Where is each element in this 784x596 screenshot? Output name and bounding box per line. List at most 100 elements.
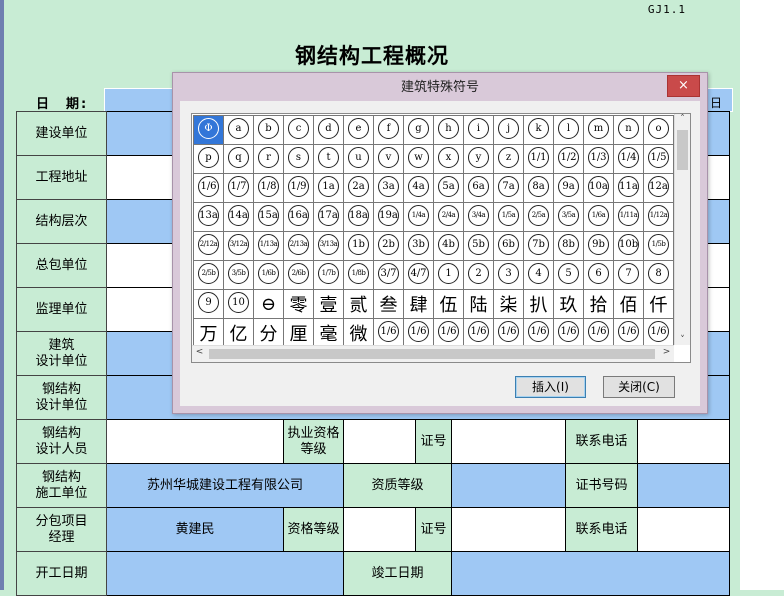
symbol-cell[interactable]: 零 <box>283 289 314 319</box>
symbol-cell[interactable]: 6b <box>493 231 524 261</box>
close-button[interactable]: 关闭(C) <box>603 376 675 398</box>
symbol-cell[interactable]: 2/4a <box>433 202 464 232</box>
symbol-cell[interactable]: 3/13a <box>313 231 344 261</box>
symbol-cell[interactable]: 1 <box>433 260 464 290</box>
symbol-cell[interactable]: e <box>343 115 374 145</box>
symbol-cell[interactable]: 3/5b <box>223 260 254 290</box>
symbol-cell[interactable]: 10 <box>223 289 254 319</box>
symbol-cell[interactable]: 贰 <box>343 289 374 319</box>
symbol-cell[interactable]: 2/6b <box>283 260 314 290</box>
symbol-cell[interactable]: 2b <box>373 231 404 261</box>
symbol-cell[interactable]: 2/12a <box>193 231 224 261</box>
symbol-cell[interactable]: 11a <box>613 173 644 203</box>
symbol-cell[interactable]: 厘 <box>283 318 314 348</box>
symbol-cell[interactable]: 1/1 <box>523 144 554 174</box>
symbol-cell[interactable]: 1/6 <box>433 318 464 348</box>
symbol-cell[interactable]: m <box>583 115 614 145</box>
symbol-cell[interactable]: 10a <box>583 173 614 203</box>
symbol-cell[interactable]: 5 <box>553 260 584 290</box>
field-cell[interactable] <box>106 551 344 596</box>
symbol-cell[interactable]: 14a <box>223 202 254 232</box>
symbol-cell[interactable]: o <box>643 115 674 145</box>
symbol-cell[interactable]: 6 <box>583 260 614 290</box>
field-cell[interactable] <box>106 419 284 464</box>
symbol-cell[interactable]: 万 <box>193 318 224 348</box>
symbol-cell[interactable]: 壹 <box>313 289 344 319</box>
symbol-cell[interactable]: 1/13a <box>253 231 284 261</box>
symbol-cell[interactable]: 1/6 <box>193 173 224 203</box>
symbol-cell[interactable]: 1b <box>343 231 374 261</box>
symbol-cell[interactable]: 9 <box>193 289 224 319</box>
symbol-cell[interactable]: r <box>253 144 284 174</box>
field-cell[interactable] <box>451 507 566 552</box>
symbol-cell[interactable]: 3/7 <box>373 260 404 290</box>
symbol-cell[interactable]: 5b <box>463 231 494 261</box>
symbol-cell[interactable]: 1/7b <box>313 260 344 290</box>
symbol-cell[interactable]: n <box>613 115 644 145</box>
field-cell[interactable] <box>343 419 416 464</box>
symbol-cell[interactable]: 伍 <box>433 289 464 319</box>
symbol-cell[interactable]: 仟 <box>643 289 674 319</box>
symbol-cell[interactable]: 19a <box>373 202 404 232</box>
symbol-cell[interactable]: 肆 <box>403 289 434 319</box>
symbol-cell[interactable]: 6a <box>463 173 494 203</box>
symbol-cell[interactable]: 扒 <box>523 289 554 319</box>
symbol-cell[interactable]: 3/12a <box>223 231 254 261</box>
symbol-cell[interactable]: 4b <box>433 231 464 261</box>
symbol-cell[interactable]: 微 <box>343 318 374 348</box>
symbol-cell[interactable]: 1/4 <box>613 144 644 174</box>
symbol-cell[interactable]: 1/4a <box>403 202 434 232</box>
vertical-scrollbar[interactable]: ˄ ˅ <box>674 114 690 345</box>
symbol-cell[interactable]: j <box>493 115 524 145</box>
symbol-cell[interactable]: 1/8b <box>343 260 374 290</box>
field-cell[interactable] <box>451 551 730 596</box>
symbol-cell[interactable]: 1/6 <box>463 318 494 348</box>
symbol-cell[interactable]: 4/7 <box>403 260 434 290</box>
symbol-cell[interactable]: 17a <box>313 202 344 232</box>
symbol-cell[interactable]: 4a <box>403 173 434 203</box>
symbol-cell[interactable]: z <box>493 144 524 174</box>
symbol-cell[interactable]: 3a <box>373 173 404 203</box>
symbol-cell[interactable]: 毫 <box>313 318 344 348</box>
symbol-cell[interactable]: 佰 <box>613 289 644 319</box>
symbol-cell[interactable]: 1a <box>313 173 344 203</box>
symbol-cell[interactable]: 3/4a <box>463 202 494 232</box>
symbol-cell[interactable]: s <box>283 144 314 174</box>
symbol-cell[interactable]: 1/8 <box>253 173 284 203</box>
symbol-cell[interactable]: 1/6 <box>373 318 404 348</box>
symbol-cell[interactable]: b <box>253 115 284 145</box>
symbol-cell[interactable]: 1/6 <box>643 318 674 348</box>
symbol-cell[interactable]: 9b <box>583 231 614 261</box>
symbol-cell[interactable]: 2 <box>463 260 494 290</box>
symbol-cell[interactable]: 8 <box>643 260 674 290</box>
symbol-cell[interactable]: 亿 <box>223 318 254 348</box>
symbol-cell[interactable]: 5a <box>433 173 464 203</box>
symbol-cell[interactable]: 1/12a <box>643 202 674 232</box>
symbol-cell[interactable]: h <box>433 115 464 145</box>
symbol-cell[interactable]: 7b <box>523 231 554 261</box>
field-cell[interactable] <box>637 507 730 552</box>
symbol-cell[interactable]: 柒 <box>493 289 524 319</box>
symbol-cell[interactable]: 18a <box>343 202 374 232</box>
symbol-cell[interactable]: 1/5b <box>643 231 674 261</box>
symbol-cell[interactable]: c <box>283 115 314 145</box>
symbol-cell[interactable]: 分 <box>253 318 284 348</box>
symbol-cell[interactable]: 1/6 <box>613 318 644 348</box>
symbol-cell[interactable]: 1/11a <box>613 202 644 232</box>
field-cell[interactable] <box>343 507 416 552</box>
scroll-up-icon[interactable]: ˄ <box>675 114 690 124</box>
symbol-cell[interactable]: q <box>223 144 254 174</box>
symbol-cell[interactable]: f <box>373 115 404 145</box>
symbol-cell[interactable]: 2/13a <box>283 231 314 261</box>
symbol-cell[interactable]: 1/6 <box>493 318 524 348</box>
symbol-cell[interactable]: 叁 <box>373 289 404 319</box>
symbol-cell[interactable]: w <box>403 144 434 174</box>
symbol-cell[interactable]: 陆 <box>463 289 494 319</box>
symbol-cell[interactable]: 7a <box>493 173 524 203</box>
field-cell[interactable]: 黄建民 <box>106 507 284 552</box>
symbol-cell[interactable]: 1/9 <box>283 173 314 203</box>
field-cell[interactable]: 苏州华城建设工程有限公司 <box>106 463 344 508</box>
symbol-cell[interactable]: 2/5b <box>193 260 224 290</box>
field-cell[interactable] <box>637 463 730 508</box>
symbol-cell[interactable]: 1/6 <box>553 318 584 348</box>
